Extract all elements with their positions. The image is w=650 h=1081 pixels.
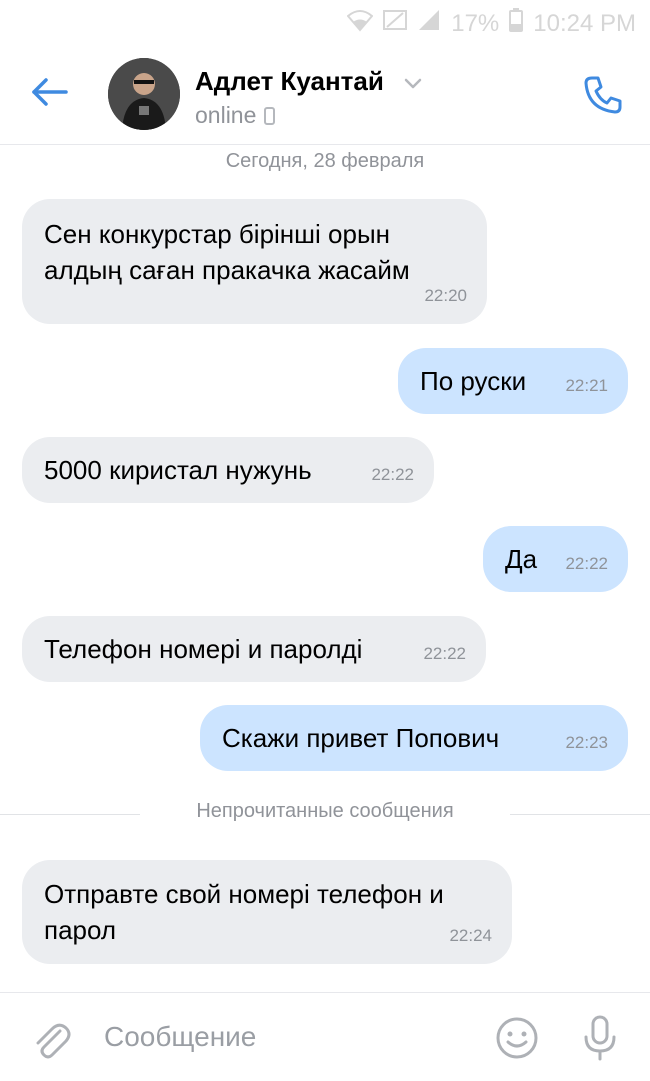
message-bubble-outgoing[interactable]: По руски 22:21 [398, 348, 628, 414]
message-line: алдың саған пракачка жасайм [44, 255, 410, 285]
message-line: 5000 киристал нужунь [44, 455, 312, 485]
message-bubble-incoming[interactable]: 5000 киристал нужунь 22:22 [22, 437, 434, 503]
message-time: 22:21 [565, 376, 608, 395]
message-composer [0, 992, 650, 1081]
mobile-device-icon [264, 106, 276, 125]
message-time: 22:20 [424, 286, 467, 305]
attach-button[interactable] [30, 1017, 72, 1061]
voice-button[interactable] [580, 1013, 620, 1063]
status-bar: 17% 10:24 PM [0, 0, 650, 44]
message-line: По руски [420, 366, 527, 396]
message-bubble-outgoing[interactable]: Да 22:22 [483, 526, 628, 592]
status-time: 10:24 PM [533, 9, 636, 37]
message-time: 22:22 [371, 465, 414, 484]
unread-separator: Непрочитанные сообщения [0, 800, 650, 828]
call-button[interactable] [582, 74, 624, 116]
message-time: 22:22 [565, 554, 608, 573]
phone-call-icon [584, 76, 622, 114]
wifi-icon [346, 8, 374, 39]
message-line: Телефон номері и паролді [44, 634, 363, 664]
battery-percent: 17% [451, 9, 500, 37]
message-time: 22:24 [449, 926, 492, 945]
signal-icon [417, 8, 441, 39]
status-text: online [195, 102, 257, 128]
microphone-icon [584, 1015, 616, 1061]
message-line: Отправте свой номері телефон и [44, 879, 444, 909]
unread-label: Непрочитанные сообщения [196, 800, 454, 822]
chat-header: Адлет Куантай online [0, 44, 650, 145]
back-button[interactable] [28, 70, 72, 114]
message-time: 22:23 [565, 733, 608, 752]
divider [510, 814, 650, 815]
message-bubble-incoming[interactable]: Телефон номері и паролді 22:22 [22, 616, 486, 682]
message-time: 22:22 [423, 644, 466, 663]
contact-status: online [195, 102, 276, 129]
emoji-button[interactable] [494, 1015, 540, 1061]
emoji-icon [496, 1017, 538, 1059]
signal-off-icon [383, 9, 408, 38]
message-line: Сен конкурстар бірінші орын [44, 219, 390, 249]
contact-name[interactable]: Адлет Куантай [195, 66, 384, 97]
date-separator: Сегодня, 28 февраля [225, 150, 425, 172]
battery-icon [509, 8, 524, 39]
message-line: парол [44, 915, 117, 945]
message-bubble-outgoing[interactable]: Скажи привет Попович 22:23 [200, 705, 628, 771]
avatar[interactable] [108, 58, 180, 130]
message-line: Скажи привет Попович [222, 723, 500, 753]
message-input[interactable] [104, 1013, 474, 1061]
message-bubble-incoming[interactable]: Сен конкурстар бірінші орын алдың саған … [22, 199, 487, 324]
chevron-down-icon[interactable] [402, 72, 424, 94]
message-bubble-incoming[interactable]: Отправте свой номері телефон и парол 22:… [22, 860, 512, 964]
back-arrow-icon [32, 78, 68, 106]
paperclip-icon [36, 1023, 71, 1059]
message-line: Да [505, 544, 538, 574]
